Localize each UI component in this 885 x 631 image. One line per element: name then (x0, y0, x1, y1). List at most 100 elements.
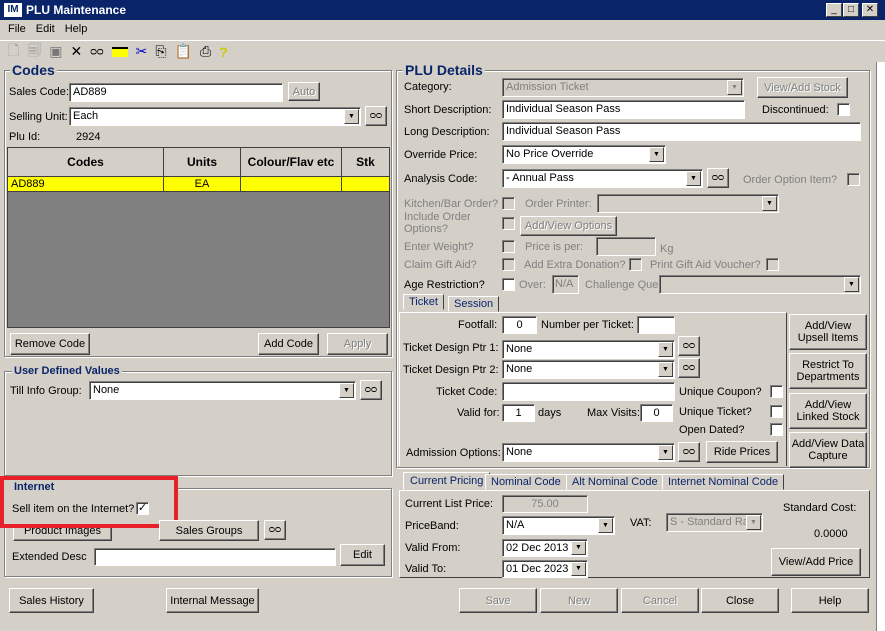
linked-stock-button[interactable]: Add/View Linked Stock (789, 393, 867, 429)
table-row[interactable]: AD889 EA (8, 176, 389, 192)
codes-grid[interactable]: Codes Units Colour/Flav etc Stk AD889 EA (7, 147, 390, 328)
analysis-glasses-icon[interactable]: ᴑᴑ (707, 168, 729, 188)
unique-ticket-checkbox[interactable] (770, 405, 783, 418)
upsell-items-button[interactable]: Add/View Upsell Items (789, 314, 867, 350)
tab-internet-nominal-code[interactable]: Internet Nominal Code (662, 474, 785, 490)
ptr2-select[interactable]: None ▼ (502, 360, 675, 379)
till-info-select[interactable]: None ▼ (89, 381, 356, 400)
tab-current-pricing[interactable]: Current Pricing (403, 472, 491, 490)
override-price-select[interactable]: No Price Override ▼ (502, 145, 666, 164)
valid-from-date[interactable]: 02 Dec 2013 ▼ (502, 539, 588, 557)
add-code-button[interactable]: Add Code (258, 333, 319, 355)
over-input[interactable]: N/A (552, 275, 579, 294)
menu-file[interactable]: File (8, 23, 26, 35)
menu-edit[interactable]: Edit (36, 23, 55, 35)
save-icon[interactable]: ▣ (49, 43, 62, 60)
sales-groups-button[interactable]: Sales Groups (159, 520, 259, 541)
enter-weight-checkbox[interactable] (502, 240, 515, 253)
find-glasses-icon[interactable]: ᴑᴑ (90, 46, 103, 58)
list-price-input[interactable]: 75.00 (502, 495, 588, 513)
till-glasses-icon[interactable]: ᴑᴑ (360, 380, 382, 400)
category-select[interactable]: Admission Ticket ▼ (502, 78, 744, 97)
short-desc-input[interactable]: Individual Season Pass (502, 100, 745, 119)
grid-header: Codes Units Colour/Flav etc Stk (8, 148, 389, 176)
challenge-select[interactable]: ▼ (659, 275, 861, 294)
tab-session[interactable]: Session (448, 296, 500, 312)
ptr1-value: None (506, 343, 533, 355)
help-icon[interactable]: ? (219, 44, 228, 60)
internal-message-button[interactable]: Internal Message (166, 588, 259, 613)
tab-alt-nominal-code[interactable]: Alt Nominal Code (566, 474, 664, 490)
column-codes[interactable]: Codes (8, 148, 164, 176)
new-button[interactable]: New (540, 588, 618, 613)
ticket-code-input[interactable] (502, 382, 675, 401)
footfall-input[interactable]: 0 (502, 316, 537, 334)
order-option-checkbox[interactable] (847, 173, 860, 186)
valid-to-date[interactable]: 01 Dec 2023 ▼ (502, 560, 588, 578)
admission-glasses-icon[interactable]: ᴑᴑ (678, 442, 700, 462)
menu-help[interactable]: Help (65, 23, 88, 35)
data-capture-button[interactable]: Add/View Data Capture (789, 432, 867, 468)
per-ticket-input[interactable] (637, 316, 675, 334)
vat-select[interactable]: S - Standard Ra ▼ (666, 513, 763, 532)
copy-icon[interactable]: ⎘ (155, 43, 166, 60)
cancel-button[interactable]: Cancel (621, 588, 699, 613)
voucher-checkbox[interactable] (766, 258, 779, 271)
edit-button[interactable]: Edit (340, 544, 385, 566)
long-desc-input[interactable]: Individual Season Pass (502, 122, 861, 141)
column-stk[interactable]: Stk (342, 148, 389, 176)
sales-code-input[interactable]: AD889 (69, 83, 283, 102)
age-restriction-checkbox[interactable] (502, 278, 515, 291)
valid-for-input[interactable]: 1 (502, 404, 535, 422)
ride-prices-button[interactable]: Ride Prices (706, 441, 778, 463)
print-icon[interactable]: ⎙ (200, 43, 211, 60)
open-dated-checkbox[interactable] (770, 423, 783, 436)
copy-record-icon[interactable]: 🗐 (27, 40, 41, 64)
ptr2-glasses-icon[interactable]: ᴑᴑ (678, 358, 700, 378)
tab-ticket[interactable]: Ticket (403, 294, 444, 310)
donation-checkbox[interactable] (629, 258, 642, 271)
remove-code-button[interactable]: Remove Code (10, 333, 90, 355)
delete-icon[interactable]: ✕ (71, 43, 83, 60)
new-icon[interactable]: 🗋 (8, 40, 19, 64)
price-per-input[interactable] (596, 237, 656, 256)
save-button[interactable]: Save (459, 588, 537, 613)
ptr1-glasses-icon[interactable]: ᴑᴑ (678, 336, 700, 356)
sales-groups-glasses-icon[interactable]: ᴑᴑ (264, 520, 286, 540)
discontinued-checkbox[interactable] (837, 103, 850, 116)
price-band-select[interactable]: N/A ▼ (502, 516, 615, 535)
ptr1-select[interactable]: None ▼ (502, 340, 675, 359)
maximize-button[interactable]: □ (843, 3, 859, 17)
help-button[interactable]: Help (791, 588, 869, 613)
selling-unit-select[interactable]: Each ▼ (69, 107, 361, 126)
auto-button[interactable]: Auto (288, 82, 320, 101)
include-options-checkbox[interactable] (502, 217, 515, 230)
view-add-price-button[interactable]: View/Add Price (771, 548, 861, 576)
view-add-stock-button[interactable]: View/Add Stock (757, 77, 848, 98)
sell-online-checkbox[interactable]: ✓ (136, 502, 149, 515)
restrict-departments-button[interactable]: Restrict To Departments (789, 353, 867, 389)
lookup-glasses-icon[interactable]: ᴑᴑ (365, 106, 387, 126)
extended-desc-input[interactable] (94, 548, 336, 566)
column-units[interactable]: Units (164, 148, 241, 176)
paste-icon[interactable]: 📋 (175, 43, 192, 60)
sales-history-button[interactable]: Sales History (9, 588, 94, 613)
gift-aid-checkbox[interactable] (502, 258, 515, 271)
close-window-button[interactable]: ✕ (862, 3, 878, 17)
cut-icon[interactable]: ✂ (136, 43, 148, 60)
max-visits-input[interactable]: 0 (640, 404, 673, 422)
kitchen-order-checkbox[interactable] (502, 197, 515, 210)
add-view-options-button[interactable]: Add/View Options (520, 216, 617, 236)
unique-ticket-label: Unique Ticket? (679, 406, 752, 418)
apply-button[interactable]: Apply (327, 333, 388, 355)
unique-coupon-checkbox[interactable] (770, 385, 783, 398)
admission-options-select[interactable]: None ▼ (502, 443, 675, 462)
card-icon[interactable] (111, 46, 128, 57)
analysis-code-select[interactable]: - Annual Pass ▼ (502, 169, 703, 188)
column-colour[interactable]: Colour/Flav etc (241, 148, 342, 176)
minimize-button[interactable]: _ (826, 3, 842, 17)
order-printer-select[interactable]: ▼ (597, 194, 779, 213)
gift-aid-label: Claim Gift Aid? (404, 259, 477, 271)
close-button[interactable]: Close (701, 588, 779, 613)
tab-nominal-code[interactable]: Nominal Code (485, 474, 567, 490)
